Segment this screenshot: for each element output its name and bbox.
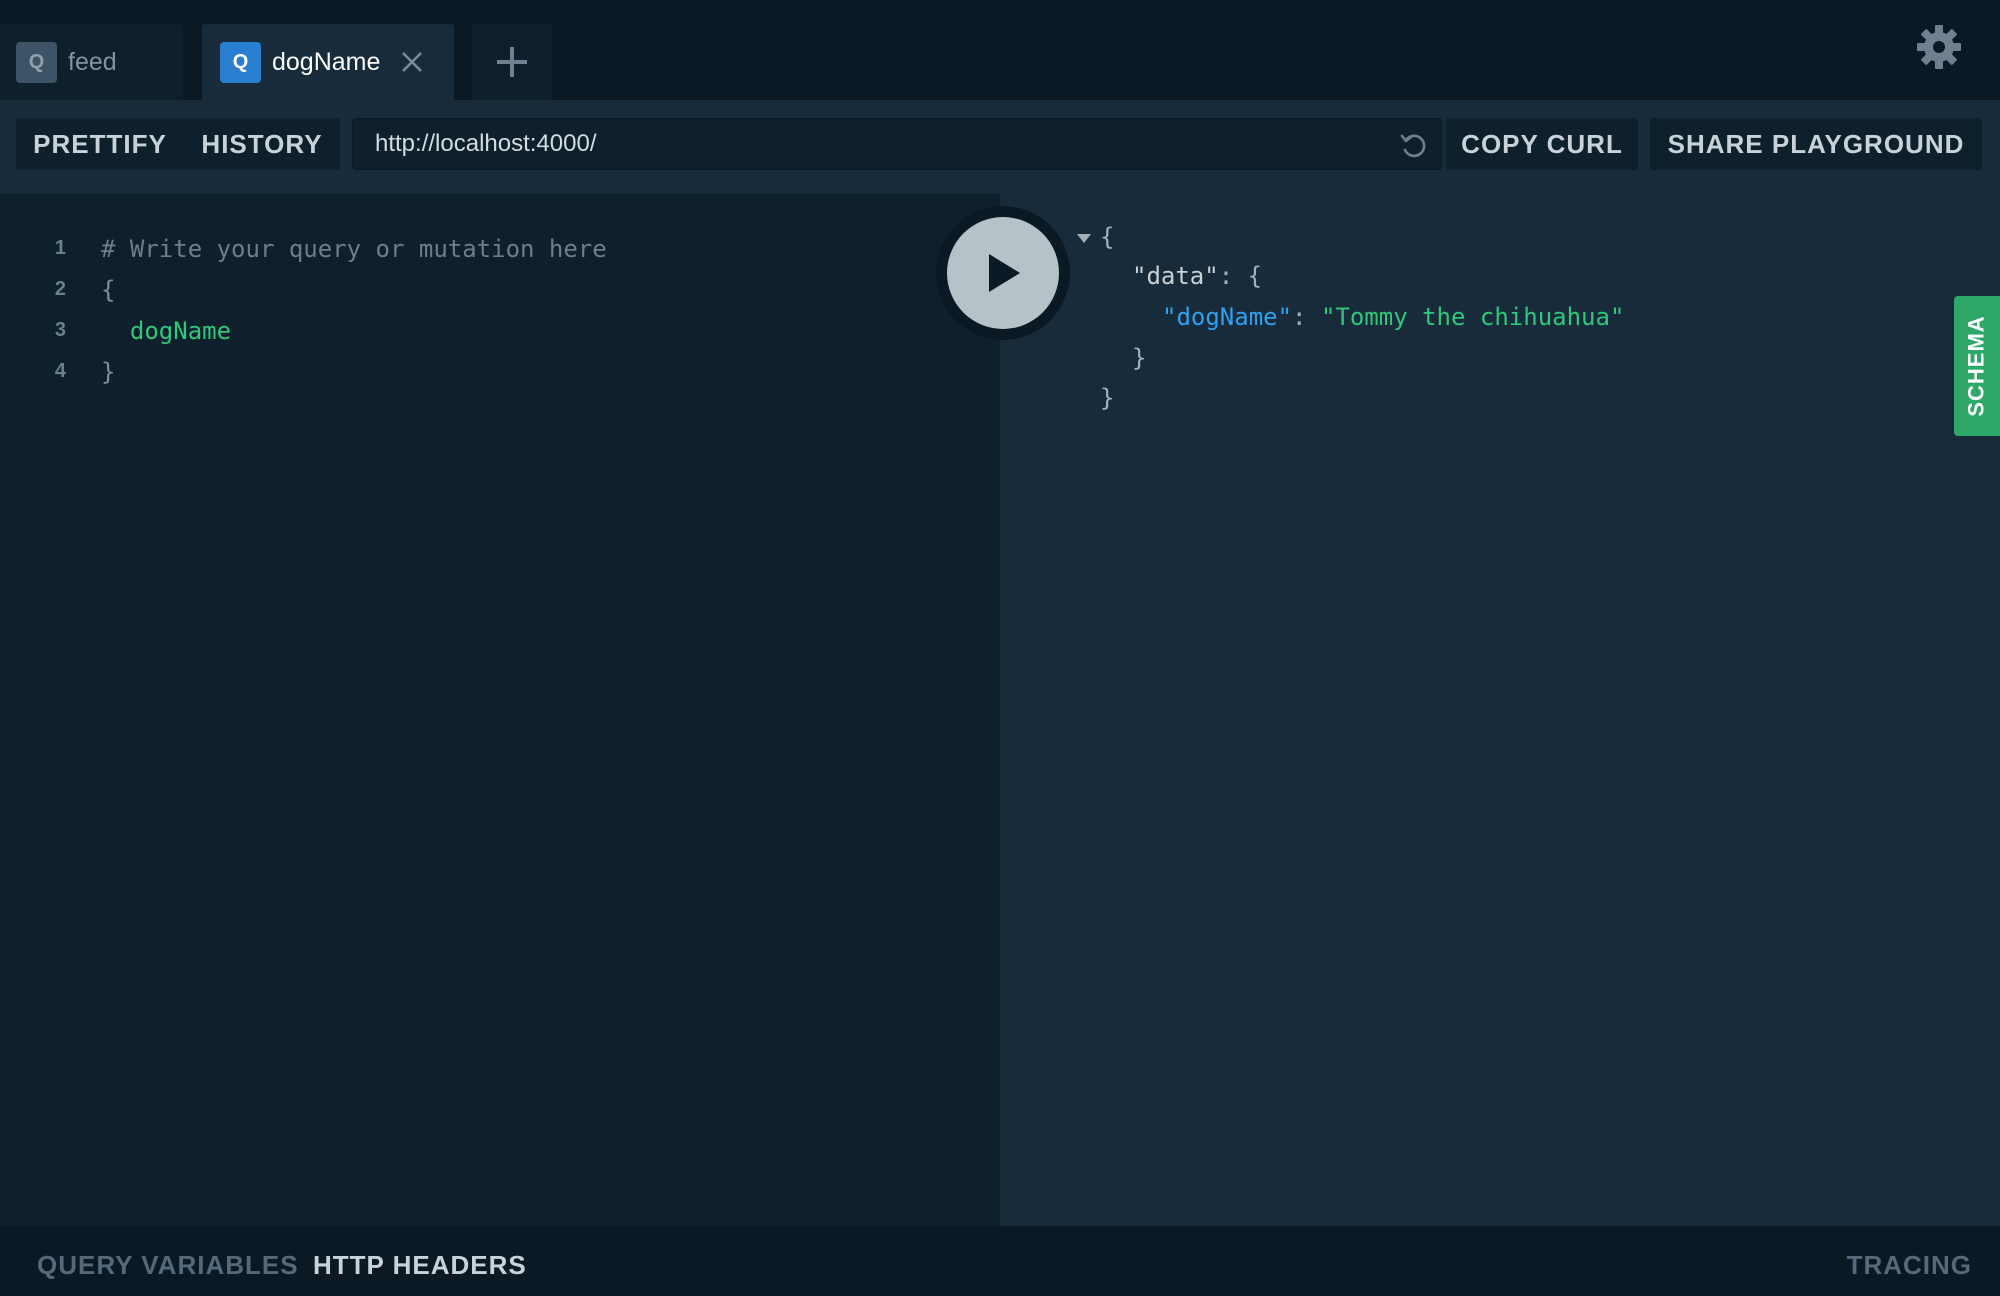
new-tab-button[interactable] [472, 24, 552, 100]
endpoint-url-text: http://localhost:4000/ [375, 130, 597, 157]
json-string-value: "Tommy the chihuahua" [1320, 302, 1625, 331]
schema-tab[interactable]: SCHEMA [1954, 296, 2000, 436]
play-icon [989, 254, 1020, 292]
code-text: { [101, 275, 116, 304]
line-number: 3 [54, 319, 66, 341]
line-number: 2 [54, 278, 66, 300]
result-line: "dogName": "Tommy the chihuahua" [1162, 296, 1624, 337]
http-headers-tab[interactable]: HTTP HEADERS [313, 1250, 527, 1281]
tab-label: feed [68, 47, 117, 76]
tab-dogname[interactable]: Q dogName [202, 24, 454, 100]
json-key: "dogName" [1162, 302, 1293, 331]
query-variables-tab[interactable]: QUERY VARIABLES [37, 1250, 299, 1281]
code-text: # Write your query or mutation here [101, 234, 607, 263]
copy-curl-button[interactable]: COPY CURL [1446, 118, 1638, 170]
json-punct: : { [1218, 261, 1263, 290]
query-editor[interactable]: 1 # Write your query or mutation here 2 … [0, 194, 1000, 1226]
json-brace: } [1132, 343, 1147, 372]
prettify-button[interactable]: PRETTIFY [16, 118, 184, 170]
code-line: 4 } [0, 351, 1000, 392]
tab-label: dogName [272, 47, 381, 76]
result-line: { [1100, 216, 1114, 257]
query-badge: Q [16, 41, 57, 83]
toolbar: PRETTIFY HISTORY http://localhost:4000/ … [0, 100, 2000, 194]
gear-icon[interactable] [1916, 24, 1962, 70]
json-punct: : [1292, 302, 1321, 331]
json-key: "data" [1132, 261, 1219, 290]
line-number: 1 [54, 237, 66, 259]
schema-tab-label: SCHEMA [1964, 315, 1989, 417]
play-button-ring [936, 206, 1070, 340]
json-brace: { [1100, 222, 1115, 251]
result-line: } [1132, 337, 1146, 378]
json-brace: } [1100, 383, 1115, 412]
code-line: 1 # Write your query or mutation here [0, 228, 1000, 269]
code-line: 3 dogName [0, 310, 1000, 351]
plus-icon [495, 45, 529, 79]
result-line: } [1100, 377, 1114, 418]
query-badge: Q [220, 41, 261, 83]
close-icon[interactable] [400, 50, 424, 74]
bottom-bar: QUERY VARIABLES HTTP HEADERS TRACING [0, 1226, 2000, 1296]
collapse-arrow-icon[interactable] [1076, 232, 1092, 244]
tracing-tab[interactable]: TRACING [1847, 1250, 1972, 1281]
reload-icon[interactable] [1399, 131, 1429, 161]
history-button[interactable]: HISTORY [184, 118, 340, 170]
code-text: } [101, 357, 116, 386]
code-line: 2 { [0, 269, 1000, 310]
tab-feed[interactable]: Q feed [0, 24, 183, 100]
code-text: dogName [101, 316, 232, 345]
tab-bar: Q feed Q dogName [0, 0, 2000, 100]
result-line: "data": { [1132, 255, 1262, 296]
execute-query-button[interactable] [947, 217, 1059, 329]
result-viewer: { "data": { "dogName": "Tommy the chihua… [1000, 194, 2000, 1226]
endpoint-url-input[interactable]: http://localhost:4000/ [352, 118, 1442, 170]
share-playground-button[interactable]: SHARE PLAYGROUND [1650, 118, 1982, 170]
line-number: 4 [54, 360, 66, 382]
